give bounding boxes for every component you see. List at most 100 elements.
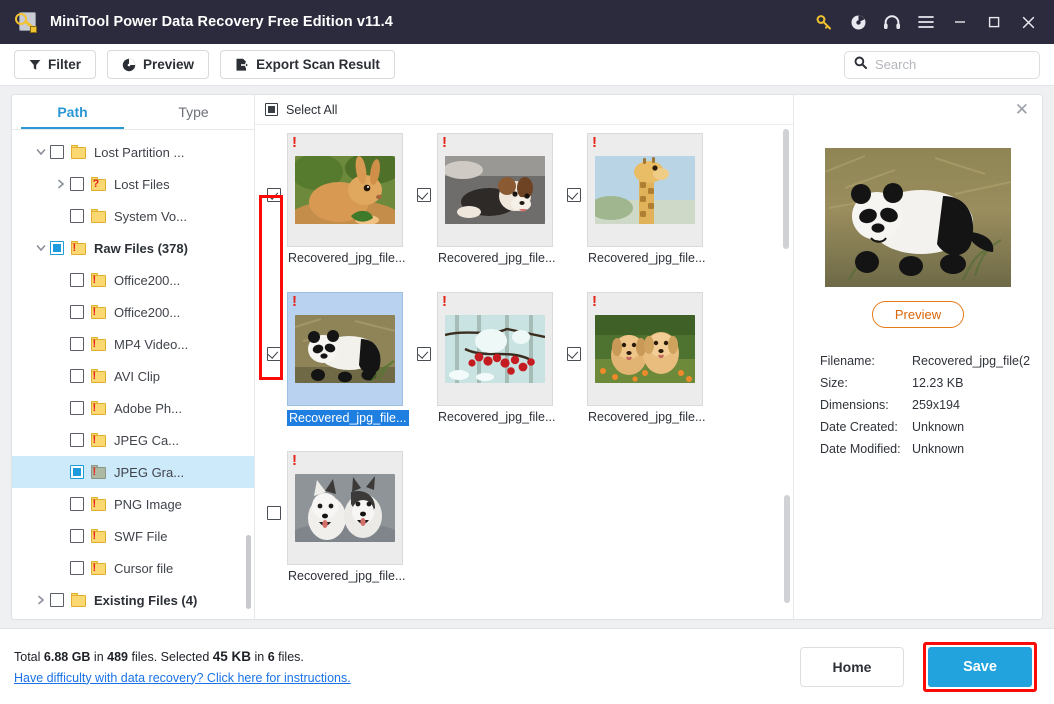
key-icon[interactable] bbox=[808, 6, 840, 38]
tree-item-checkbox[interactable] bbox=[70, 305, 84, 319]
tree-item-raw-files-378[interactable]: ! Raw Files (378) bbox=[12, 232, 254, 264]
tree-item-avi-clip[interactable]: ! AVI Clip bbox=[12, 360, 254, 392]
thumbnail-item[interactable]: ! Recovered_jpg_file... bbox=[259, 292, 409, 447]
folder-plain-icon bbox=[71, 145, 87, 159]
thumbnail-caption: Recovered_jpg_file... bbox=[588, 410, 706, 424]
chevron-right-icon[interactable] bbox=[52, 179, 70, 189]
preview-panel: ✕ Preview Filename: Recovered_jpg_file(2… bbox=[784, 95, 1042, 619]
thumbnail-item[interactable]: ! Recovered_jpg_file... bbox=[409, 133, 559, 288]
tree-item-jpeg-ca[interactable]: ! JPEG Ca... bbox=[12, 424, 254, 456]
tree-item-checkbox[interactable] bbox=[70, 209, 84, 223]
search-input[interactable] bbox=[875, 57, 1030, 72]
tree-item-lost-files[interactable]: ? Lost Files bbox=[12, 168, 254, 200]
sidebar: Path Type Lost Partition ...? Lost Files S… bbox=[12, 95, 255, 619]
tree-item-checkbox[interactable] bbox=[70, 465, 84, 479]
tree-item-system-vo[interactable]: System Vo... bbox=[12, 200, 254, 232]
tree-item-label: Raw Files (378) bbox=[94, 240, 188, 256]
tree-item-swf-file[interactable]: ! SWF File bbox=[12, 520, 254, 552]
tree-item-label: JPEG Ca... bbox=[114, 432, 180, 448]
thumbnail-checkbox[interactable] bbox=[267, 188, 281, 202]
tree-item-checkbox[interactable] bbox=[70, 561, 84, 575]
tree-item-office200[interactable]: ! Office200... bbox=[12, 296, 254, 328]
tree-item-checkbox[interactable] bbox=[70, 337, 84, 351]
select-all-label: Select All bbox=[286, 102, 338, 117]
thumbnail-body: ! Recovered_jpg_file... bbox=[287, 292, 409, 426]
save-button[interactable]: Save bbox=[928, 646, 1032, 687]
tree-item-checkbox[interactable] bbox=[70, 433, 84, 447]
tree-item-existing-files-4[interactable]: Existing Files (4) bbox=[12, 584, 254, 616]
sidebar-scrollbar-thumb[interactable] bbox=[246, 535, 251, 609]
detail-key: Size: bbox=[820, 376, 848, 390]
application-window: MiniTool Power Data Recovery Free Editio… bbox=[0, 0, 1054, 704]
tree-item-checkbox[interactable] bbox=[70, 497, 84, 511]
tree-item-checkbox[interactable] bbox=[70, 401, 84, 415]
thumbnail-checkbox[interactable] bbox=[417, 347, 431, 361]
tree-item-label: Existing Files (4) bbox=[94, 592, 198, 608]
tree-item-checkbox[interactable] bbox=[70, 529, 84, 543]
tree-item-checkbox[interactable] bbox=[50, 593, 64, 607]
maximize-icon[interactable] bbox=[978, 6, 1010, 38]
tree-item-cursor-file[interactable]: ! Cursor file bbox=[12, 552, 254, 584]
headphones-icon[interactable] bbox=[876, 6, 908, 38]
preview-button[interactable]: Preview bbox=[107, 50, 210, 79]
tree-item-label: JPEG Gra... bbox=[114, 464, 185, 480]
tree-item-checkbox[interactable] bbox=[50, 241, 64, 255]
disc-icon[interactable] bbox=[842, 6, 874, 38]
export-scan-result-button[interactable]: Export Scan Result bbox=[220, 50, 395, 79]
tree-item-mp4-video[interactable]: ! MP4 Video... bbox=[12, 328, 254, 360]
search-box[interactable] bbox=[844, 50, 1040, 79]
filter-button[interactable]: Filter bbox=[14, 50, 97, 79]
thumbnail-item[interactable]: ! Recovered_jpg_file... bbox=[559, 292, 709, 447]
tree-item-office200[interactable]: ! Office200... bbox=[12, 264, 254, 296]
hamburger-menu-icon[interactable] bbox=[910, 6, 942, 38]
close-icon[interactable]: ✕ bbox=[1015, 101, 1029, 118]
tree-item-checkbox[interactable] bbox=[70, 369, 84, 383]
preview-clock-icon bbox=[122, 58, 136, 72]
help-link[interactable]: Have difficulty with data recovery? Clic… bbox=[14, 671, 351, 685]
tree-item-jpeg-gra[interactable]: ! JPEG Gra... bbox=[12, 456, 254, 488]
thumbnail-frame: ! bbox=[587, 133, 703, 247]
select-all-row[interactable]: Select All bbox=[255, 95, 793, 125]
thumbnail-image-beagle-puppy bbox=[445, 156, 545, 224]
thumbnail-body: ! Recovered_jpg_file... bbox=[437, 292, 559, 424]
close-icon[interactable] bbox=[1012, 6, 1044, 38]
export-icon bbox=[235, 58, 250, 72]
preview-area-scrollbar-thumb[interactable] bbox=[784, 495, 790, 603]
tree-item-checkbox[interactable] bbox=[70, 177, 84, 191]
chevron-down-icon[interactable] bbox=[32, 147, 50, 157]
tree-item-checkbox[interactable] bbox=[50, 145, 64, 159]
tree-item-png-image[interactable]: ! PNG Image bbox=[12, 488, 254, 520]
thumbnail-checkbox[interactable] bbox=[567, 347, 581, 361]
chevron-down-icon[interactable] bbox=[32, 243, 50, 253]
thumbnail-item[interactable]: ! Recovered_jpg_file... bbox=[559, 133, 709, 288]
grid-scrollbar-thumb[interactable] bbox=[783, 129, 789, 249]
tab-path-label: Path bbox=[57, 104, 88, 120]
tab-path[interactable]: Path bbox=[12, 95, 133, 129]
folder-warning-icon: ! bbox=[91, 561, 107, 575]
warning-icon: ! bbox=[292, 293, 297, 310]
tree-item-checkbox[interactable] bbox=[70, 273, 84, 287]
thumbnail-item[interactable]: ! Recovered_jpg_file... bbox=[409, 292, 559, 447]
folder-warning-icon: ! bbox=[91, 529, 107, 543]
thumbnail-checkbox[interactable] bbox=[267, 347, 281, 361]
home-button[interactable]: Home bbox=[800, 646, 904, 687]
chevron-right-icon[interactable] bbox=[32, 595, 50, 605]
thumbnail-grid: ! Recovered_jpg_file...! Recovered_jpg_f… bbox=[255, 125, 793, 619]
select-all-checkbox[interactable] bbox=[265, 103, 278, 116]
app-logo-icon bbox=[14, 9, 40, 35]
minimize-icon[interactable] bbox=[944, 6, 976, 38]
thumbnail-item[interactable]: ! Recovered_jpg_file... bbox=[259, 133, 409, 288]
preview-open-button[interactable]: Preview bbox=[871, 301, 965, 328]
tree-item-adobe-ph[interactable]: ! Adobe Ph... bbox=[12, 392, 254, 424]
thumbnail-frame: ! bbox=[437, 292, 553, 406]
tree-item-label: Office200... bbox=[114, 304, 181, 320]
thumbnail-checkbox[interactable] bbox=[267, 506, 281, 520]
thumbnail-image-huskies bbox=[295, 474, 395, 542]
thumbnail-checkbox[interactable] bbox=[417, 188, 431, 202]
thumbnail-checkbox[interactable] bbox=[567, 188, 581, 202]
thumbnail-item[interactable]: ! Recovered_jpg_file... bbox=[259, 451, 409, 606]
selected-count: 6 bbox=[267, 649, 275, 664]
tree-item-label: MP4 Video... bbox=[114, 336, 189, 352]
tab-type[interactable]: Type bbox=[133, 95, 254, 129]
tree-item-lost-partition[interactable]: Lost Partition ... bbox=[12, 136, 254, 168]
